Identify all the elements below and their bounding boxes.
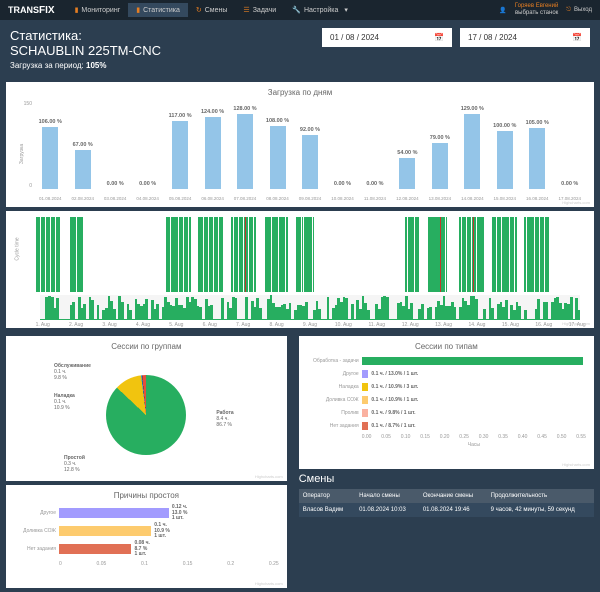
refresh-icon: ↻ (196, 6, 202, 14)
user-icon: 👤 (499, 7, 506, 14)
idle-bar-chart: Другое0.12 ч.13.0 %1 шт.Доливка СОЖ0.1 ч… (14, 504, 279, 582)
idle-reasons-panel: Причины простоя Другое0.12 ч.13.0 %1 шт.… (6, 485, 287, 588)
user-info[interactable]: Горяев Евгений выбрать станок (515, 3, 559, 17)
types-bar-chart: Обработка - задачиДругое0.1 ч. / 13.0% /… (307, 355, 586, 463)
daily-load-panel: Загрузка по дням 1500 Загрузка 106.00 %6… (6, 82, 594, 207)
panel-title: Загрузка по дням (14, 88, 586, 97)
panel-title: Сессии по типам (307, 342, 586, 351)
exit-icon: ⎋ (566, 7, 571, 14)
brush-chart[interactable] (40, 295, 580, 320)
calendar-icon: 📅 (572, 33, 582, 42)
sessions-types-panel: Сессии по типам Обработка - задачиДругое… (299, 336, 594, 469)
calendar-icon: 📅 (434, 33, 444, 42)
date-from-input[interactable]: 01 / 08 / 2024📅 (322, 28, 452, 47)
table-row[interactable]: Власов Вадим01.08.2024 10:0301.08.2024 1… (299, 503, 594, 517)
pie-chart: Обслуживание0.1 ч.9.8 % Наладка0.1 ч.10.… (14, 355, 279, 475)
sessions-groups-panel: Сессии по группам Обслуживание0.1 ч.9.8 … (6, 336, 287, 481)
wrench-icon: 🔧 (292, 6, 301, 14)
chart-credit: Highcharts.com (562, 321, 590, 326)
shifts-panel: Смены Оператор Начало смены Окончание см… (299, 473, 594, 517)
machine-name: SCHAUBLIN 225TM-CNC (10, 43, 161, 58)
panel-title: Причины простоя (14, 491, 279, 500)
nav-shifts[interactable]: ↻Смены (188, 3, 236, 17)
chart-credit: Highcharts.com (562, 200, 590, 205)
date-to-input[interactable]: 17 / 08 / 2024📅 (460, 28, 590, 47)
shifts-table: Оператор Начало смены Окончание смены Пр… (299, 489, 594, 517)
shifts-title: Смены (299, 473, 594, 485)
col-end[interactable]: Окончание смены (419, 489, 487, 503)
page-title: Статистика: (10, 28, 161, 43)
daily-bar-chart: 1500 Загрузка 106.00 %67.00 %0.00 %0.00 … (14, 101, 586, 201)
load-summary: Загрузка за период: 105% (10, 61, 161, 70)
chart-credit: Highcharts.com (562, 462, 590, 467)
header: Статистика: SCHAUBLIN 225TM-CNC Загрузка… (0, 20, 600, 78)
col-duration[interactable]: Продолжительность (487, 489, 594, 503)
exit-button[interactable]: ⎋Выход (566, 7, 592, 14)
cycle-chart (14, 217, 586, 292)
col-operator[interactable]: Оператор (299, 489, 355, 503)
logo: TRANSFIX (8, 5, 55, 16)
chart-credit: Highcharts.com (255, 474, 283, 479)
nav-tasks[interactable]: ☰Задачи (235, 3, 284, 17)
topbar: TRANSFIX ▮Мониторинг ▮Статистика ↻Смены … (0, 0, 600, 20)
stats-icon: ▮ (136, 6, 140, 14)
nav-settings[interactable]: 🔧Настройка▾ (284, 3, 356, 17)
chart-credit: Highcharts.com (255, 581, 283, 586)
nav-monitoring[interactable]: ▮Мониторинг (67, 3, 129, 17)
tasks-icon: ☰ (243, 6, 249, 14)
chevron-down-icon: ▾ (344, 6, 348, 14)
chart-icon: ▮ (75, 6, 79, 14)
cycle-time-panel: Cycle time 1. Aug2. Aug3. Aug4. Aug5. Au… (6, 211, 594, 328)
panel-title: Сессии по группам (14, 342, 279, 351)
col-start[interactable]: Начало смены (355, 489, 419, 503)
nav-stats[interactable]: ▮Статистика (128, 3, 188, 17)
